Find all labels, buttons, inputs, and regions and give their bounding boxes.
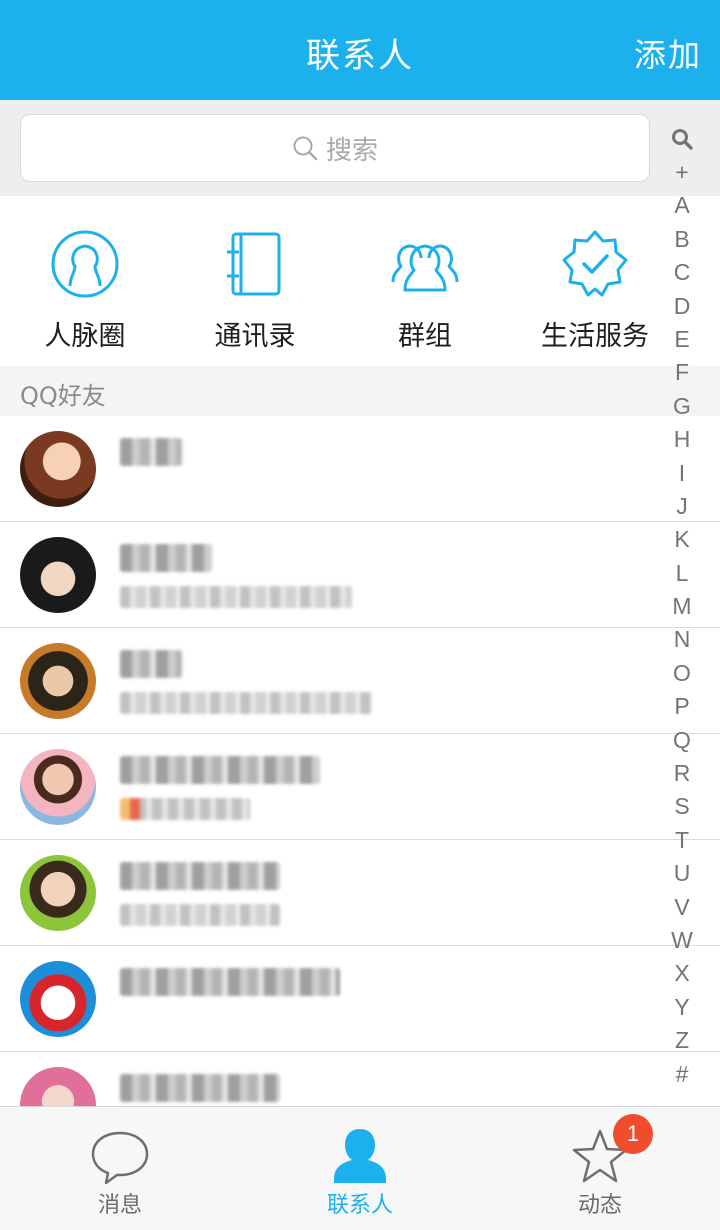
- section-header-qq-friends: QQ好友: [0, 366, 720, 416]
- avatar: [20, 431, 96, 507]
- avatar: [20, 1067, 96, 1106]
- index-letter[interactable]: G: [662, 390, 702, 423]
- index-letter[interactable]: P: [662, 690, 702, 723]
- quick-entry-address-book[interactable]: 通讯录: [170, 196, 340, 366]
- top-bar: 联系人 添加: [0, 0, 720, 100]
- contact-status-redacted: [120, 692, 372, 714]
- chat-bubble-icon: [91, 1131, 149, 1185]
- list-item[interactable]: [0, 946, 720, 1052]
- index-letter[interactable]: Z: [662, 1024, 702, 1057]
- person-circle-icon: [51, 230, 119, 298]
- tab-moments[interactable]: 动态: [480, 1107, 720, 1230]
- list-item[interactable]: [0, 840, 720, 946]
- index-letter[interactable]: F: [662, 356, 702, 389]
- avatar: [20, 855, 96, 931]
- quick-entries: 人脉圈 通讯录 群组 生活服务: [0, 196, 680, 366]
- bottom-tab-bar: 消息 联系人 动态: [0, 1106, 720, 1230]
- verified-badge-icon: [562, 230, 628, 297]
- list-item[interactable]: [0, 628, 720, 734]
- index-letter[interactable]: M: [662, 590, 702, 623]
- contact-name-redacted: [120, 544, 212, 572]
- avatar: [20, 643, 96, 719]
- contact-status-redacted: [120, 586, 352, 608]
- address-book-icon: [227, 232, 281, 296]
- tab-label: 消息: [97, 1193, 142, 1218]
- person-icon: [334, 1129, 386, 1183]
- contact-name-redacted: [120, 756, 320, 784]
- contact-name-redacted: [120, 968, 340, 996]
- index-letter[interactable]: #: [662, 1058, 702, 1091]
- contact-name-redacted: [120, 438, 182, 466]
- index-letter[interactable]: X: [662, 957, 702, 990]
- quick-entry-label: 通讯录: [214, 321, 296, 352]
- page-title: 联系人: [306, 36, 414, 76]
- index-letter[interactable]: Y: [662, 991, 702, 1024]
- index-letter[interactable]: O: [662, 657, 702, 690]
- group-icon: [391, 244, 459, 292]
- index-letter[interactable]: S: [662, 790, 702, 823]
- contact-name-redacted: [120, 862, 280, 890]
- index-letter[interactable]: V: [662, 891, 702, 924]
- index-letter[interactable]: C: [662, 256, 702, 289]
- index-letter[interactable]: U: [662, 857, 702, 890]
- search-icon: [293, 136, 318, 161]
- search-input[interactable]: 搜索: [20, 114, 650, 182]
- alphabet-index-bar[interactable]: + A B C D E F G H I J K L M N O P Q R S …: [662, 122, 702, 1091]
- tab-messages[interactable]: 消息: [0, 1107, 240, 1230]
- list-item[interactable]: [0, 522, 720, 628]
- index-letter[interactable]: J: [662, 490, 702, 523]
- list-item[interactable]: [0, 416, 720, 522]
- avatar: [20, 961, 96, 1037]
- quick-entry-life-services[interactable]: 生活服务: [510, 196, 680, 366]
- index-letter[interactable]: Q: [662, 724, 702, 757]
- index-letter[interactable]: K: [662, 523, 702, 556]
- tab-contacts[interactable]: 联系人: [240, 1107, 480, 1230]
- quick-entry-label: 群组: [398, 321, 452, 352]
- index-letter[interactable]: I: [662, 457, 702, 490]
- index-letter[interactable]: W: [662, 924, 702, 957]
- index-search-icon[interactable]: [662, 122, 702, 156]
- list-item[interactable]: [0, 1052, 720, 1106]
- index-letter[interactable]: N: [662, 623, 702, 656]
- index-letter[interactable]: E: [662, 323, 702, 356]
- index-letter[interactable]: A: [662, 189, 702, 222]
- contact-name-redacted: [120, 650, 182, 678]
- tab-label: 联系人: [326, 1193, 393, 1218]
- quick-entry-contacts-circle[interactable]: 人脉圈: [0, 196, 170, 366]
- avatar: [20, 749, 96, 825]
- index-letter[interactable]: L: [662, 557, 702, 590]
- index-letter[interactable]: D: [662, 290, 702, 323]
- contact-list[interactable]: [0, 416, 720, 1106]
- avatar: [20, 537, 96, 613]
- index-letter[interactable]: T: [662, 824, 702, 857]
- add-button[interactable]: 添加: [634, 30, 702, 76]
- quick-entry-label: 生活服务: [541, 321, 649, 352]
- contact-status-redacted: [120, 904, 280, 926]
- contact-status-redacted: [120, 798, 250, 820]
- index-letter[interactable]: +: [662, 156, 702, 189]
- contact-name-redacted: [120, 1074, 280, 1102]
- index-letter[interactable]: B: [662, 223, 702, 256]
- quick-entry-groups[interactable]: 群组: [340, 196, 510, 366]
- search-placeholder: 搜索: [325, 135, 378, 166]
- index-letter[interactable]: R: [662, 757, 702, 790]
- tab-label: 动态: [577, 1193, 622, 1218]
- search-area: 搜索: [0, 100, 720, 196]
- list-item[interactable]: [0, 734, 720, 840]
- quick-entry-label: 人脉圈: [44, 321, 126, 352]
- index-letter[interactable]: H: [662, 423, 702, 456]
- notification-badge: 1: [613, 1114, 653, 1154]
